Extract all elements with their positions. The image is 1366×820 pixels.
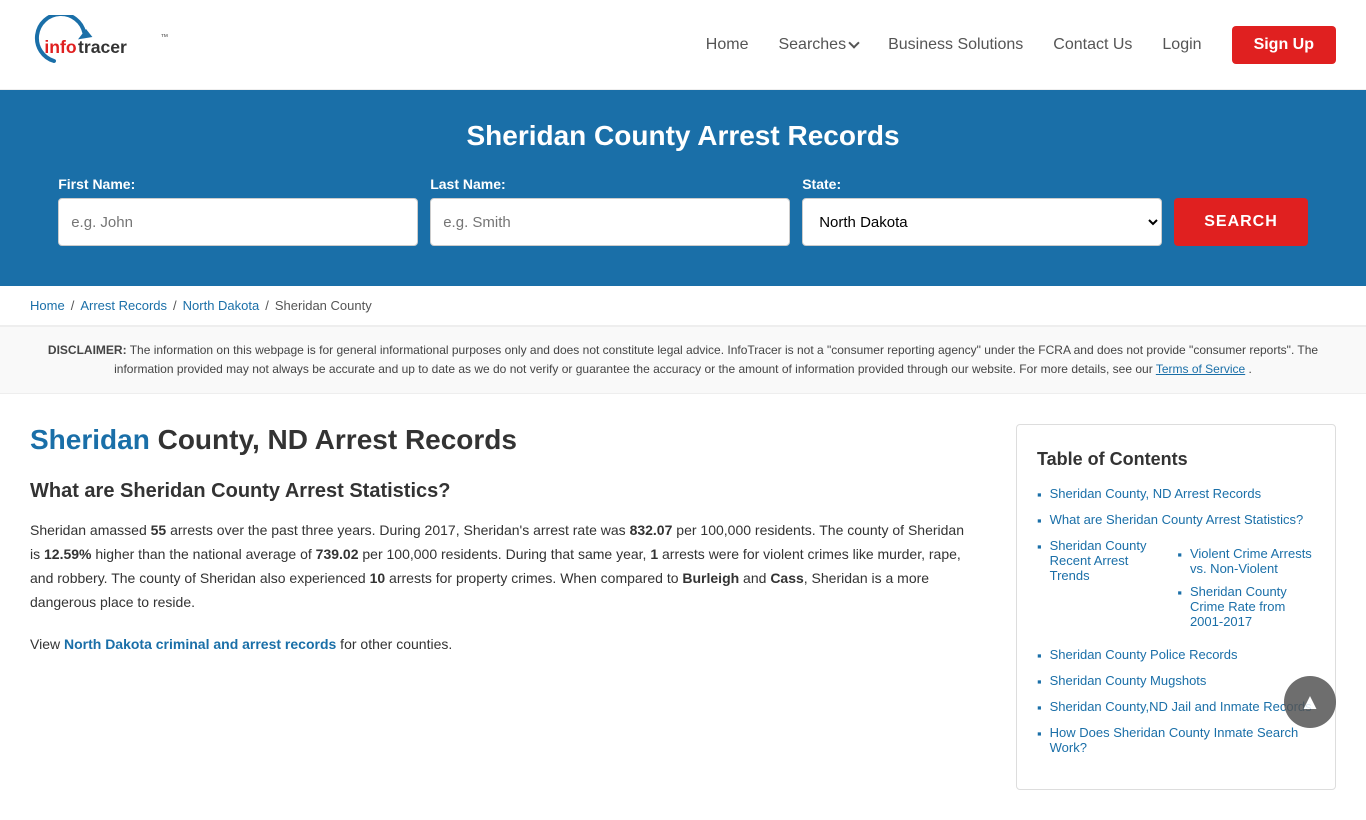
content-heading: Sheridan County, ND Arrest Records xyxy=(30,424,976,456)
toc-link-6[interactable]: Sheridan County,ND Jail and Inmate Recor… xyxy=(1050,699,1312,714)
toc-link-2[interactable]: What are Sheridan County Arrest Statisti… xyxy=(1050,512,1304,527)
nav-business-solutions[interactable]: Business Solutions xyxy=(888,36,1023,54)
last-name-input[interactable] xyxy=(430,198,790,246)
state-select[interactable]: North Dakota Alabama Alaska Arizona Cali… xyxy=(802,198,1162,246)
first-name-label: First Name: xyxy=(58,176,135,192)
list-item: Sheridan County Recent Arrest Trends Vio… xyxy=(1037,538,1315,637)
breadcrumb-sheridan-county: Sheridan County xyxy=(275,298,372,313)
main-content: Sheridan County, ND Arrest Records What … xyxy=(0,394,1366,820)
main-nav: Home Searches Business Solutions Contact… xyxy=(706,26,1336,64)
nav-searches-label: Searches xyxy=(778,36,846,54)
list-item: Sheridan County,ND Jail and Inmate Recor… xyxy=(1037,699,1315,715)
list-item: What are Sheridan County Arrest Statisti… xyxy=(1037,512,1315,528)
last-name-group: Last Name: xyxy=(430,176,790,246)
hero-section: Sheridan County Arrest Records First Nam… xyxy=(0,90,1366,286)
nav-home[interactable]: Home xyxy=(706,36,749,54)
list-item: Sheridan County Police Records xyxy=(1037,647,1315,663)
disclaimer-tos-link[interactable]: Terms of Service xyxy=(1156,362,1245,376)
violent-count: 1 xyxy=(650,546,658,562)
hero-title: Sheridan County Arrest Records xyxy=(30,120,1336,152)
para-mid4: per 100,000 residents. During that same … xyxy=(358,546,650,562)
toc-link-3a[interactable]: Violent Crime Arrests vs. Non-Violent xyxy=(1190,546,1315,576)
nd-records-link[interactable]: North Dakota criminal and arrest records xyxy=(64,636,336,652)
nav-contact-us[interactable]: Contact Us xyxy=(1053,36,1132,54)
toc-list: Sheridan County, ND Arrest Records What … xyxy=(1037,486,1315,755)
arrests-count: 55 xyxy=(151,522,167,538)
toc-sublist: Violent Crime Arrests vs. Non-Violent Sh… xyxy=(1161,546,1315,637)
header: info tracer ™ Home Searches Business Sol… xyxy=(0,0,1366,90)
link-paragraph: View North Dakota criminal and arrest re… xyxy=(30,633,976,657)
toc-heading: Table of Contents xyxy=(1037,449,1315,470)
arrest-rate: 832.07 xyxy=(630,522,673,538)
disclaimer-box: DISCLAIMER: The information on this webp… xyxy=(0,326,1366,394)
nav-login[interactable]: Login xyxy=(1162,36,1201,54)
stats-heading: What are Sheridan County Arrest Statisti… xyxy=(30,480,976,503)
para-mid6: arrests for property crimes. When compar… xyxy=(385,570,682,586)
first-name-input[interactable] xyxy=(58,198,418,246)
stats-paragraph: Sheridan amassed 55 arrests over the pas… xyxy=(30,519,976,614)
nav-signup-button[interactable]: Sign Up xyxy=(1232,26,1336,64)
toc-link-3[interactable]: Sheridan County Recent Arrest Trends xyxy=(1050,538,1147,583)
disclaimer-suffix: . xyxy=(1249,362,1252,376)
breadcrumb: Home / Arrest Records / North Dakota / S… xyxy=(0,286,1366,326)
link-post: for other counties. xyxy=(336,636,452,652)
para-mid1: arrests over the past three years. Durin… xyxy=(166,522,629,538)
last-name-label: Last Name: xyxy=(430,176,505,192)
disclaimer-label: DISCLAIMER: xyxy=(48,343,127,357)
county2: Cass xyxy=(770,570,803,586)
toc-link-5[interactable]: Sheridan County Mugshots xyxy=(1050,673,1207,688)
para-mid3: higher than the national average of xyxy=(91,546,315,562)
county1: Burleigh xyxy=(682,570,739,586)
property-count: 10 xyxy=(370,570,386,586)
state-label: State: xyxy=(802,176,841,192)
nav-searches[interactable]: Searches xyxy=(778,36,858,54)
search-form: First Name: Last Name: State: North Dako… xyxy=(30,176,1336,246)
scroll-top-button[interactable]: ▲ xyxy=(1284,676,1336,728)
list-item: Sheridan County, ND Arrest Records xyxy=(1037,486,1315,502)
higher-pct: 12.59% xyxy=(44,546,91,562)
toc-link-1[interactable]: Sheridan County, ND Arrest Records xyxy=(1050,486,1261,501)
content-left: Sheridan County, ND Arrest Records What … xyxy=(30,424,1016,790)
toc-link-4[interactable]: Sheridan County Police Records xyxy=(1050,647,1238,662)
disclaimer-text: The information on this webpage is for g… xyxy=(114,343,1318,376)
svg-text:™: ™ xyxy=(160,32,168,41)
svg-text:tracer: tracer xyxy=(78,37,127,57)
toc-link-7[interactable]: How Does Sheridan County Inmate Search W… xyxy=(1050,725,1315,755)
breadcrumb-home[interactable]: Home xyxy=(30,298,65,313)
list-item: How Does Sheridan County Inmate Search W… xyxy=(1037,725,1315,755)
chevron-down-icon xyxy=(848,37,859,48)
list-item: Sheridan County Crime Rate from 2001-201… xyxy=(1177,584,1315,629)
link-pre: View xyxy=(30,636,64,652)
list-item: Violent Crime Arrests vs. Non-Violent xyxy=(1177,546,1315,576)
breadcrumb-north-dakota[interactable]: North Dakota xyxy=(183,298,260,313)
breadcrumb-sep-3: / xyxy=(265,298,269,313)
search-button[interactable]: SEARCH xyxy=(1174,198,1308,246)
breadcrumb-sep-2: / xyxy=(173,298,177,313)
first-name-group: First Name: xyxy=(58,176,418,246)
toc-sidebar: Table of Contents Sheridan County, ND Ar… xyxy=(1016,424,1336,790)
heading-highlight: Sheridan xyxy=(30,424,150,455)
breadcrumb-sep-1: / xyxy=(71,298,75,313)
para-pre: Sheridan amassed xyxy=(30,522,151,538)
svg-text:info: info xyxy=(44,37,76,57)
logo: info tracer ™ xyxy=(30,15,190,75)
national-avg: 739.02 xyxy=(316,546,359,562)
toc-link-3b[interactable]: Sheridan County Crime Rate from 2001-201… xyxy=(1190,584,1315,629)
logo-area: info tracer ™ xyxy=(30,15,190,75)
state-group: State: North Dakota Alabama Alaska Arizo… xyxy=(802,176,1162,246)
list-item: Sheridan County Mugshots xyxy=(1037,673,1315,689)
heading-rest: County, ND Arrest Records xyxy=(150,424,517,455)
breadcrumb-arrest-records[interactable]: Arrest Records xyxy=(80,298,167,313)
and: and xyxy=(739,570,770,586)
